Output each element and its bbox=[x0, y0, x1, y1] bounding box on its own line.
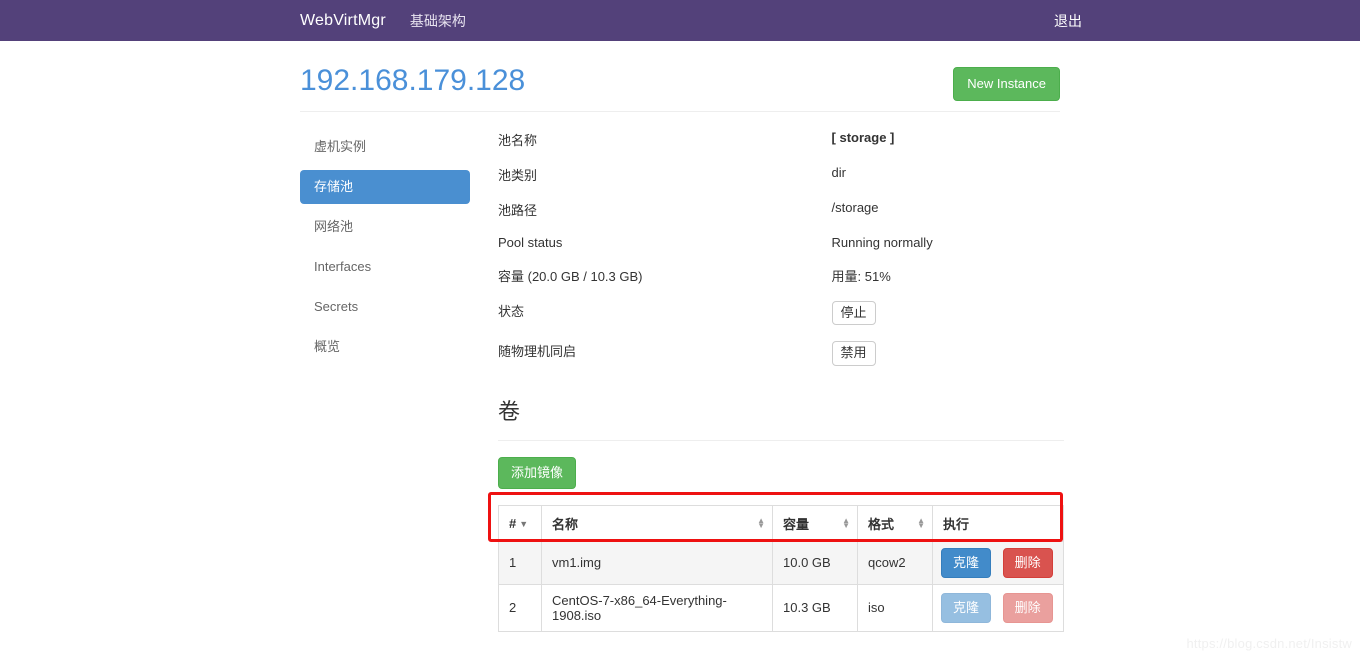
nav-link-infrastructure[interactable]: 基础架构 bbox=[410, 11, 466, 31]
clone-button[interactable]: 克隆 bbox=[941, 547, 992, 578]
new-instance-button[interactable]: New Instance bbox=[953, 67, 1060, 102]
pool-stop-button[interactable]: 停止 bbox=[831, 301, 876, 326]
sidebar-item-label: 网络池 bbox=[314, 219, 354, 235]
sidebar-item-label: Interfaces bbox=[314, 259, 372, 275]
column-header-size-label: 容量 bbox=[783, 516, 810, 532]
add-image-button[interactable]: 添加镜像 bbox=[498, 456, 577, 489]
cell-name: CentOS-7-x86_64-Everything-1908.iso bbox=[541, 583, 773, 632]
cell-num: 1 bbox=[498, 540, 542, 585]
sort-icon: ▲ ▼ bbox=[842, 516, 850, 531]
column-header-name-label: 名称 bbox=[552, 516, 579, 532]
detail-label: Pool status bbox=[498, 235, 563, 251]
column-header-num-label: # bbox=[509, 515, 517, 531]
detail-row-pool-name: 池名称 [ storage ] bbox=[498, 130, 1064, 165]
sidebar-item-label: 存储池 bbox=[314, 179, 354, 195]
navbar-inner: WebVirtMgr 基础架构 退出 bbox=[300, 0, 1082, 41]
sidebar: 虚机实例 存储池 网络池 Interfaces Secrets 概览 bbox=[300, 130, 470, 632]
sort-icon: ▲ ▼ bbox=[757, 516, 765, 531]
pool-autostart-button[interactable]: 禁用 bbox=[831, 341, 876, 366]
cell-actions: 克隆 删除 bbox=[932, 540, 1064, 585]
detail-value: /storage bbox=[831, 200, 879, 216]
sidebar-item-instances[interactable]: 虚机实例 bbox=[300, 130, 470, 164]
detail-row-state: 状态 停止 bbox=[498, 301, 1064, 341]
cell-format: qcow2 bbox=[857, 540, 933, 585]
sidebar-item-storage-pools[interactable]: 存储池 bbox=[300, 170, 470, 205]
detail-label: 池路径 bbox=[498, 203, 538, 219]
detail-label: 池名称 bbox=[498, 133, 538, 149]
column-header-actions-label: 执行 bbox=[943, 516, 970, 532]
clone-button[interactable]: 克隆 bbox=[941, 592, 992, 624]
watermark-text: https://blog.csdn.net/Insistw bbox=[1186, 636, 1352, 651]
sidebar-item-label: Secrets bbox=[314, 299, 359, 315]
caret-down-icon: ▼ bbox=[519, 519, 529, 530]
detail-label: 随物理机同启 bbox=[498, 344, 577, 360]
delete-button[interactable]: 删除 bbox=[1002, 592, 1053, 624]
detail-value: 用量: 51% bbox=[831, 269, 891, 285]
sidebar-item-network-pools[interactable]: 网络池 bbox=[300, 210, 470, 244]
page-body: 虚机实例 存储池 网络池 Interfaces Secrets 概览 池名称 [… bbox=[300, 130, 1064, 632]
table-header-row: # ▼ 名称 ▲ ▼ 容量 ▲ ▼ 格式 ▲ ▼ 执行 bbox=[498, 504, 1064, 542]
page-title: 192.168.179.128 bbox=[300, 64, 526, 97]
column-header-num[interactable]: # ▼ bbox=[498, 504, 542, 542]
column-header-actions: 执行 bbox=[932, 504, 1064, 542]
delete-button[interactable]: 删除 bbox=[1002, 547, 1053, 578]
detail-row-pool-path: 池路径 /storage bbox=[498, 200, 1064, 235]
logout-link[interactable]: 退出 bbox=[1054, 11, 1082, 31]
detail-value: Running normally bbox=[831, 235, 933, 251]
column-header-format[interactable]: 格式 ▲ ▼ bbox=[857, 504, 933, 542]
detail-value: dir bbox=[831, 165, 846, 181]
sidebar-item-interfaces[interactable]: Interfaces bbox=[300, 250, 470, 284]
detail-row-pool-type: 池类别 dir bbox=[498, 165, 1064, 200]
content-panel: 池名称 [ storage ] 池类别 dir 池路径 /storage Poo… bbox=[470, 130, 1064, 632]
volumes-table-head: # ▼ 名称 ▲ ▼ 容量 ▲ ▼ 格式 ▲ ▼ 执行 bbox=[498, 504, 1064, 542]
detail-row-capacity: 容量 (20.0 GB / 10.3 GB) 用量: 51% bbox=[498, 266, 1064, 301]
column-header-size[interactable]: 容量 ▲ ▼ bbox=[772, 504, 858, 542]
detail-value: [ storage ] bbox=[831, 130, 895, 146]
column-header-name[interactable]: 名称 ▲ ▼ bbox=[541, 504, 773, 542]
page-header: 192.168.179.128 New Instance bbox=[300, 63, 1060, 113]
table-row[interactable]: 1 vm1.img 10.0 GB qcow2 克隆 删除 bbox=[498, 540, 1064, 585]
sidebar-item-secrets[interactable]: Secrets bbox=[300, 290, 470, 324]
cell-name: vm1.img bbox=[541, 540, 773, 585]
detail-label: 容量 (20.0 GB / 10.3 GB) bbox=[498, 269, 643, 285]
top-navbar: WebVirtMgr 基础架构 退出 bbox=[0, 0, 1360, 41]
sidebar-item-label: 虚机实例 bbox=[314, 139, 367, 155]
detail-label: 池类别 bbox=[498, 168, 538, 184]
navbar-right: 退出 bbox=[1054, 0, 1082, 41]
sort-icon: ▲ ▼ bbox=[917, 516, 925, 531]
detail-row-pool-status: Pool status Running normally bbox=[498, 235, 1064, 266]
volumes-table-body: 1 vm1.img 10.0 GB qcow2 克隆 删除 2 CentOS-7… bbox=[498, 540, 1064, 632]
cell-format: iso bbox=[857, 583, 933, 632]
column-header-format-label: 格式 bbox=[868, 516, 895, 532]
volumes-section-title: 卷 bbox=[498, 398, 521, 424]
table-row[interactable]: 2 CentOS-7-x86_64-Everything-1908.iso 10… bbox=[498, 583, 1064, 632]
page-container: 192.168.179.128 New Instance 虚机实例 存储池 网络… bbox=[300, 63, 1064, 632]
pool-detail-table: 池名称 [ storage ] 池类别 dir 池路径 /storage Poo… bbox=[498, 130, 1064, 381]
add-image-toolbar: 添加镜像 bbox=[498, 456, 1064, 489]
detail-label: 状态 bbox=[498, 304, 525, 320]
cell-size: 10.0 GB bbox=[772, 540, 858, 585]
detail-row-autostart: 随物理机同启 禁用 bbox=[498, 341, 1064, 381]
navbar-brand[interactable]: WebVirtMgr bbox=[300, 12, 410, 30]
cell-num: 2 bbox=[498, 583, 542, 632]
sidebar-list: 虚机实例 存储池 网络池 Interfaces Secrets 概览 bbox=[300, 130, 470, 364]
cell-actions: 克隆 删除 bbox=[932, 583, 1064, 632]
sidebar-item-overview[interactable]: 概览 bbox=[300, 330, 470, 364]
sidebar-item-label: 概览 bbox=[314, 339, 341, 355]
cell-size: 10.3 GB bbox=[772, 583, 858, 632]
volumes-table: # ▼ 名称 ▲ ▼ 容量 ▲ ▼ 格式 ▲ ▼ 执行 1 vm1.img 10… bbox=[498, 504, 1064, 632]
section-divider bbox=[498, 439, 1064, 441]
